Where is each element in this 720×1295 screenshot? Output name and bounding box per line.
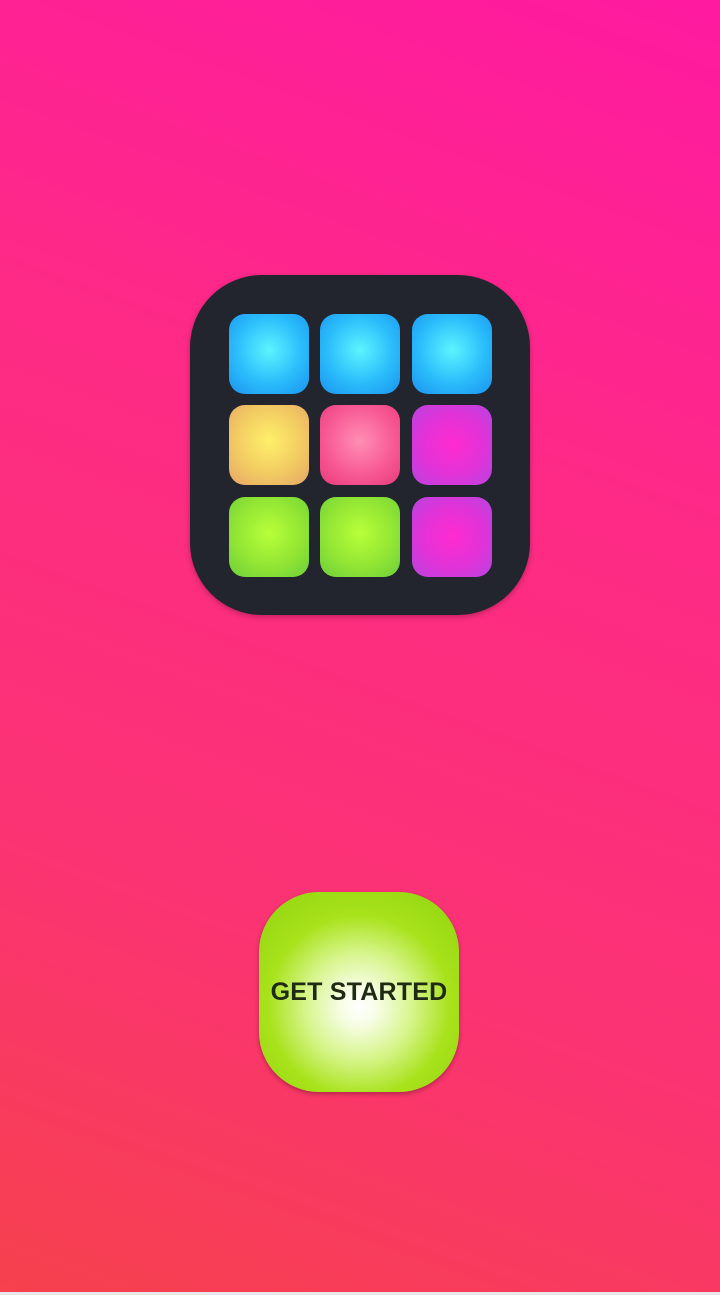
pad-cyan	[320, 314, 400, 394]
app-logo-icon	[190, 275, 530, 615]
pad-magenta	[412, 497, 492, 577]
get-started-label: GET STARTED	[270, 977, 448, 1006]
pad-green	[320, 497, 400, 577]
pad-yellow	[229, 405, 309, 485]
get-started-button[interactable]: GET STARTED	[259, 892, 459, 1092]
pad-cyan	[229, 314, 309, 394]
pad-pink	[320, 405, 400, 485]
pad-cyan	[412, 314, 492, 394]
pad-green	[229, 497, 309, 577]
pad-magenta	[412, 405, 492, 485]
